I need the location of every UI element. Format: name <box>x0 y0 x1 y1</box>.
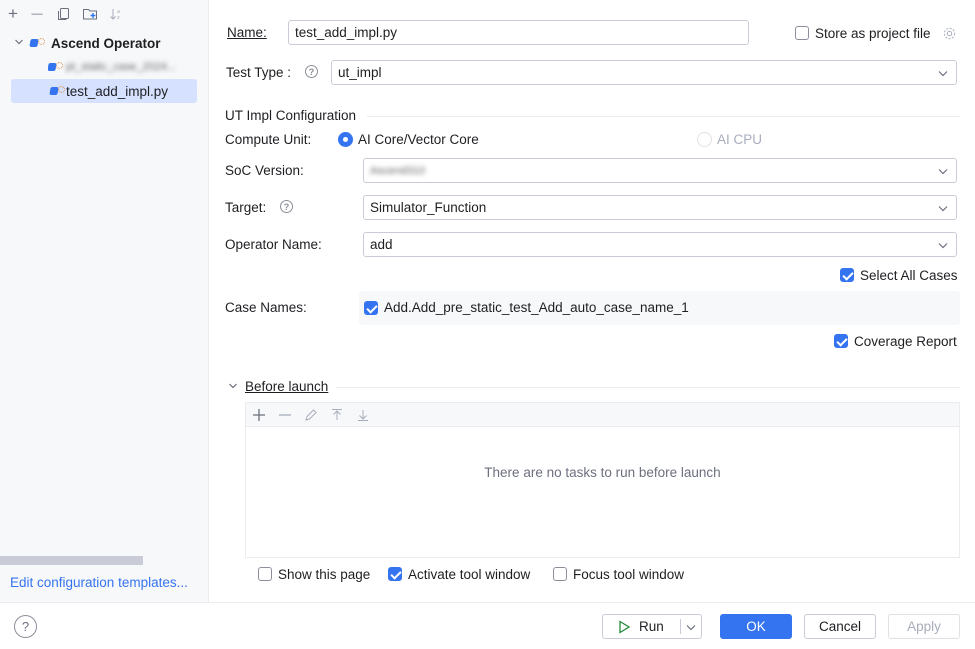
edit-configuration-templates-link[interactable]: Edit configuration templates... <box>10 575 188 590</box>
move-up-icon[interactable] <box>328 406 346 424</box>
horizontal-scrollbar[interactable] <box>0 556 143 565</box>
compute-unit-label: Compute Unit: <box>225 132 312 147</box>
activate-tool-window-label[interactable]: Activate tool window <box>408 567 530 582</box>
before-launch-toolbar <box>246 403 959 427</box>
name-label: Name: <box>227 25 267 40</box>
ai-core-label[interactable]: AI Core/Vector Core <box>358 132 479 147</box>
chevron-down-icon[interactable] <box>13 36 25 48</box>
apply-button[interactable]: Apply <box>888 614 960 639</box>
chevron-down-icon <box>936 201 950 215</box>
tree-item-static-case[interactable]: pt_static_case_2024... <box>48 55 209 79</box>
show-this-page-label[interactable]: Show this page <box>278 567 370 582</box>
name-input[interactable]: test_add_impl.py <box>288 20 749 45</box>
operator-name-select[interactable]: add <box>363 232 957 257</box>
move-down-icon[interactable] <box>354 406 372 424</box>
help-icon[interactable]: ? <box>280 200 293 213</box>
configurations-sidebar: + — az Ascend Operator pt_static_case_20… <box>0 0 209 602</box>
activate-tool-window-checkbox[interactable] <box>388 567 402 581</box>
store-as-project-file-checkbox[interactable] <box>795 26 809 40</box>
section-divider <box>367 116 960 117</box>
before-launch-panel: There are no tasks to run before launch <box>245 402 960 558</box>
remove-icon[interactable]: — <box>28 5 46 23</box>
chevron-down-icon <box>936 66 950 80</box>
soc-version-label: SoC Version: <box>225 163 304 178</box>
case-name-label[interactable]: Add.Add_pre_static_test_Add_auto_case_na… <box>384 300 689 315</box>
coverage-report-label[interactable]: Coverage Report <box>854 334 957 349</box>
case-names-label: Case Names: <box>225 300 307 315</box>
ai-cpu-label[interactable]: AI CPU <box>717 132 762 147</box>
operator-name-value: add <box>370 237 393 252</box>
run-button-label: Run <box>639 619 664 634</box>
sidebar-toolbar: + — az <box>0 0 209 28</box>
before-launch-title[interactable]: Before launch <box>245 379 328 394</box>
section-divider <box>336 387 960 388</box>
chevron-down-icon[interactable] <box>227 380 239 392</box>
footer-divider <box>0 602 975 603</box>
case-checkbox[interactable] <box>364 301 378 315</box>
name-input-value: test_add_impl.py <box>295 25 398 40</box>
svg-text:z: z <box>117 15 120 21</box>
test-type-value: ut_impl <box>338 65 382 80</box>
tree-item-label: test_add_impl.py <box>66 83 169 99</box>
edit-icon[interactable] <box>302 406 320 424</box>
select-all-cases-checkbox[interactable] <box>840 268 854 282</box>
test-type-label: Test Type : <box>226 65 292 80</box>
split-divider <box>680 619 681 634</box>
run-button[interactable]: Run <box>602 614 702 639</box>
test-type-select[interactable]: ut_impl <box>331 60 957 85</box>
soc-version-value: Ascend310 <box>370 164 426 177</box>
new-folder-icon[interactable] <box>81 5 99 23</box>
add-icon[interactable] <box>250 406 268 424</box>
focus-tool-window-label[interactable]: Focus tool window <box>573 567 684 582</box>
copy-icon[interactable] <box>55 5 73 23</box>
show-this-page-checkbox[interactable] <box>258 567 272 581</box>
ascend-operator-icon <box>48 60 66 74</box>
store-as-project-file-label[interactable]: Store as project file <box>815 26 931 41</box>
tree-root-ascend-operator[interactable]: Ascend Operator <box>29 31 161 55</box>
soc-version-select[interactable]: Ascend310 <box>363 158 957 183</box>
run-icon <box>617 619 631 634</box>
target-label: Target: <box>225 200 267 215</box>
before-launch-empty-text: There are no tasks to run before launch <box>484 465 721 480</box>
select-all-cases-label[interactable]: Select All Cases <box>860 268 958 283</box>
cancel-button[interactable]: Cancel <box>804 614 876 639</box>
name-label-text: Name: <box>227 25 267 40</box>
tree-item-test-add-impl[interactable]: test_add_impl.py <box>11 79 197 103</box>
ai-cpu-radio[interactable] <box>697 132 712 147</box>
chevron-down-icon[interactable] <box>684 620 698 634</box>
tree-root-label: Ascend Operator <box>51 35 161 51</box>
sort-icon[interactable]: az <box>107 5 125 23</box>
before-launch-title-text: Before launch <box>245 379 329 394</box>
target-select[interactable]: Simulator_Function <box>363 195 957 220</box>
operator-name-label: Operator Name: <box>225 237 322 252</box>
ascend-operator-icon <box>49 84 66 98</box>
add-icon[interactable]: + <box>4 4 22 23</box>
remove-icon[interactable] <box>276 406 294 424</box>
target-value: Simulator_Function <box>370 200 487 215</box>
tree-item-label: pt_static_case_2024... <box>66 61 177 73</box>
coverage-report-checkbox[interactable] <box>834 334 848 348</box>
ok-button[interactable]: OK <box>720 614 792 639</box>
ascend-operator-icon <box>29 36 48 50</box>
chevron-down-icon <box>936 238 950 252</box>
help-button[interactable]: ? <box>14 615 37 638</box>
help-icon[interactable]: ? <box>305 65 318 78</box>
case-names-list: Add.Add_pre_static_test_Add_auto_case_na… <box>359 291 960 325</box>
focus-tool-window-checkbox[interactable] <box>553 567 567 581</box>
ai-core-radio[interactable] <box>338 132 353 147</box>
ut-config-title: UT Impl Configuration <box>225 108 357 123</box>
chevron-down-icon <box>936 164 950 178</box>
gear-icon[interactable] <box>942 26 957 41</box>
